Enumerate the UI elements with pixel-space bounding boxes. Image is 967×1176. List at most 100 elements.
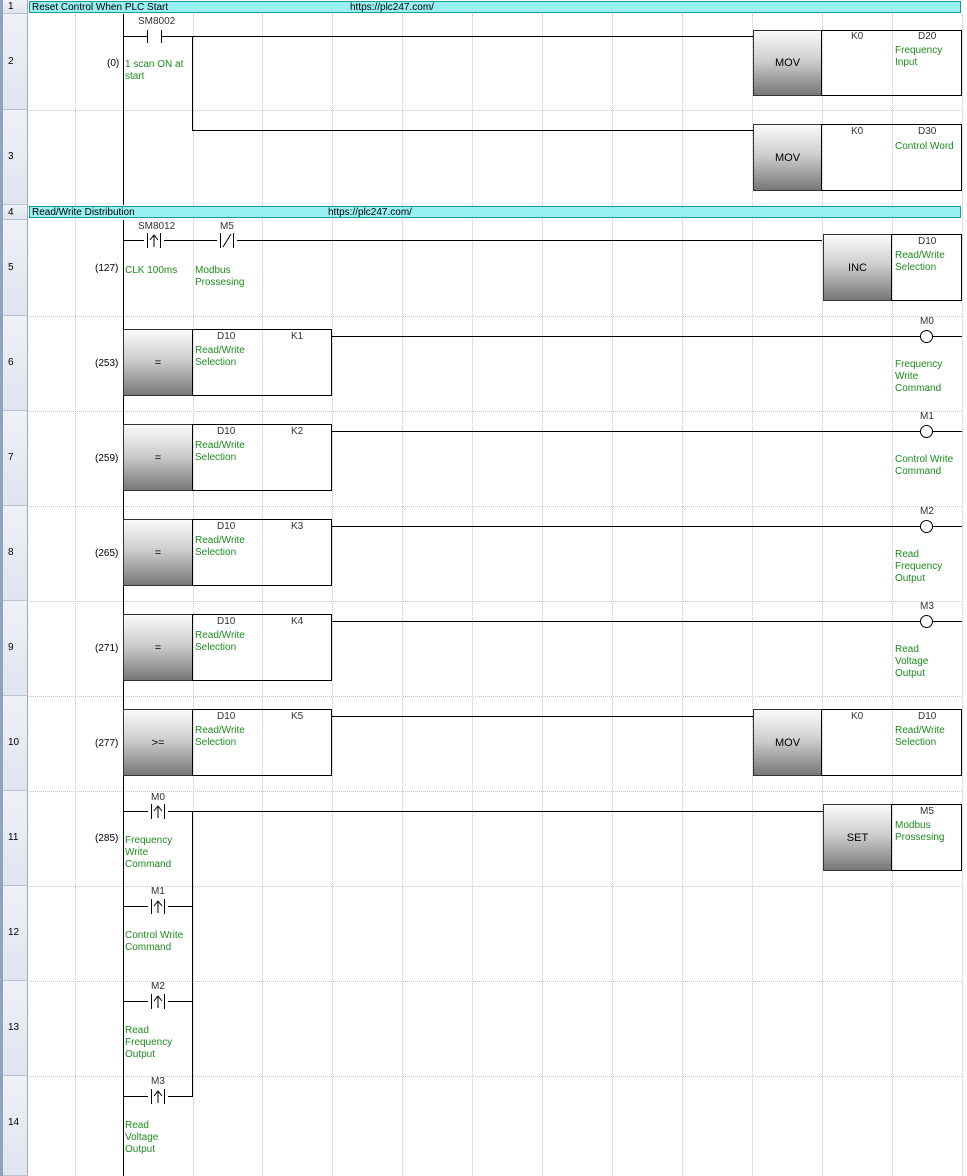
rising-edge-contact-icon[interactable] [148, 994, 168, 1009]
step-number: (277) [95, 738, 119, 749]
operand-comment: Read/Write Selection [195, 630, 245, 653]
wire [162, 36, 753, 37]
nc-contact-icon[interactable] [217, 233, 237, 248]
operand-comment: Read/Write Selection [195, 440, 245, 463]
row-number[interactable]: 3 [3, 110, 28, 205]
row-number[interactable]: 12 [3, 886, 28, 981]
operand-dev: D10 [217, 426, 236, 437]
operand-dev: D10 [217, 521, 236, 532]
device-label: SM8012 [138, 221, 176, 232]
row-number[interactable]: 13 [3, 981, 28, 1076]
compare-instruction[interactable]: = [123, 329, 193, 396]
row-number[interactable]: 8 [3, 506, 28, 601]
operand-comment: Read/Write Selection [895, 250, 945, 273]
grid-line [29, 1076, 962, 1077]
coil-comment: Control Write Command [895, 454, 954, 477]
contact-no[interactable] [147, 30, 148, 43]
grid-line [262, 14, 263, 1176]
grid-line [193, 14, 194, 1176]
step-number: (271) [95, 643, 119, 654]
set-instruction[interactable]: SET [823, 804, 892, 871]
row-number[interactable]: 4 [3, 205, 28, 220]
step-number: (259) [95, 453, 119, 464]
device-label: M2 [151, 981, 165, 992]
compare-instruction[interactable]: >= [123, 709, 193, 776]
grid-line [29, 981, 962, 982]
device-label: SM8002 [138, 16, 176, 27]
row-number[interactable]: 7 [3, 411, 28, 506]
device-comment: CLK 100ms [125, 265, 178, 276]
coil-device: M2 [920, 506, 934, 517]
row-number[interactable]: 10 [3, 696, 28, 791]
operand-dev: D10 [217, 711, 236, 722]
compare-instruction[interactable]: = [123, 614, 193, 681]
operand-src: K0 [851, 31, 864, 42]
rising-edge-contact-icon[interactable] [148, 1089, 168, 1104]
grid-line [402, 14, 403, 1176]
device-label: M1 [151, 886, 165, 897]
step-number: (253) [95, 358, 119, 369]
operand-comment: Read/Write Selection [895, 725, 945, 748]
operand-dst: M5 [920, 806, 934, 817]
branch-wire [192, 36, 193, 131]
operand-comment: Read/Write Selection [195, 345, 245, 368]
step-number: (0) [107, 58, 120, 69]
grid-line [29, 601, 962, 602]
operand-comment: Frequency Input [895, 45, 943, 68]
inc-instruction[interactable]: INC [823, 234, 892, 301]
coil-icon[interactable] [920, 615, 933, 628]
grid-line [542, 14, 543, 1176]
device-comment: Control Write Command [125, 930, 184, 953]
power-rail [123, 14, 124, 205]
row-number[interactable]: 6 [3, 316, 28, 411]
ladder-editor[interactable]: 1 2 3 4 5 6 7 8 9 10 11 12 13 14 Reset C… [0, 0, 967, 1176]
step-number: (285) [95, 833, 119, 844]
operand-dev: D10 [217, 331, 236, 342]
compare-instruction[interactable]: = [123, 424, 193, 491]
grid-line [29, 110, 962, 111]
grid-line [29, 886, 962, 887]
device-label: M5 [220, 221, 234, 232]
wire [124, 36, 147, 37]
operand-src: K0 [851, 126, 864, 137]
row-number[interactable]: 14 [3, 1076, 28, 1176]
row-number[interactable]: 1 [3, 0, 28, 14]
mov-instruction[interactable]: MOV [753, 709, 822, 776]
row-number[interactable]: 2 [3, 14, 28, 110]
operand-src: K0 [851, 711, 864, 722]
step-number: (265) [95, 548, 119, 559]
device-label: M0 [151, 792, 165, 803]
mov-instruction[interactable]: MOV [753, 124, 822, 191]
coil-comment: Frequency Write Command [895, 359, 943, 394]
rising-edge-contact-icon[interactable] [148, 804, 168, 819]
operand-k: K5 [291, 711, 304, 722]
coil-icon[interactable] [920, 520, 933, 533]
wire [124, 811, 823, 812]
statement-comment[interactable]: Read/Write Distribution https://plc247.c… [29, 206, 961, 218]
grid-line [29, 791, 962, 792]
mov-instruction[interactable]: MOV [753, 30, 822, 96]
statement-comment[interactable]: Reset Control When PLC Start https://plc… [29, 1, 961, 13]
grid-line [29, 411, 962, 412]
grid-line [612, 14, 613, 1176]
operand-comment: Modbus Prossesing [895, 820, 945, 843]
compare-instruction[interactable]: = [123, 519, 193, 586]
grid-line [682, 14, 683, 1176]
operand-box[interactable] [821, 124, 962, 191]
row-number[interactable]: 9 [3, 601, 28, 696]
coil-icon[interactable] [920, 425, 933, 438]
row-number[interactable]: 5 [3, 220, 28, 316]
device-comment: Read Frequency Output [125, 1025, 173, 1060]
operand-k: K1 [291, 331, 304, 342]
coil-device: M0 [920, 316, 934, 327]
grid-line [29, 696, 962, 697]
rising-edge-contact-icon[interactable] [148, 899, 168, 914]
operand-comment: Read/Write Selection [195, 725, 245, 748]
grid-line [29, 506, 962, 507]
grid-line [472, 14, 473, 1176]
operand-dst: D30 [918, 126, 937, 137]
coil-icon[interactable] [920, 330, 933, 343]
wire [332, 336, 920, 337]
rising-edge-contact-icon[interactable] [144, 233, 164, 248]
row-number[interactable]: 11 [3, 791, 28, 886]
